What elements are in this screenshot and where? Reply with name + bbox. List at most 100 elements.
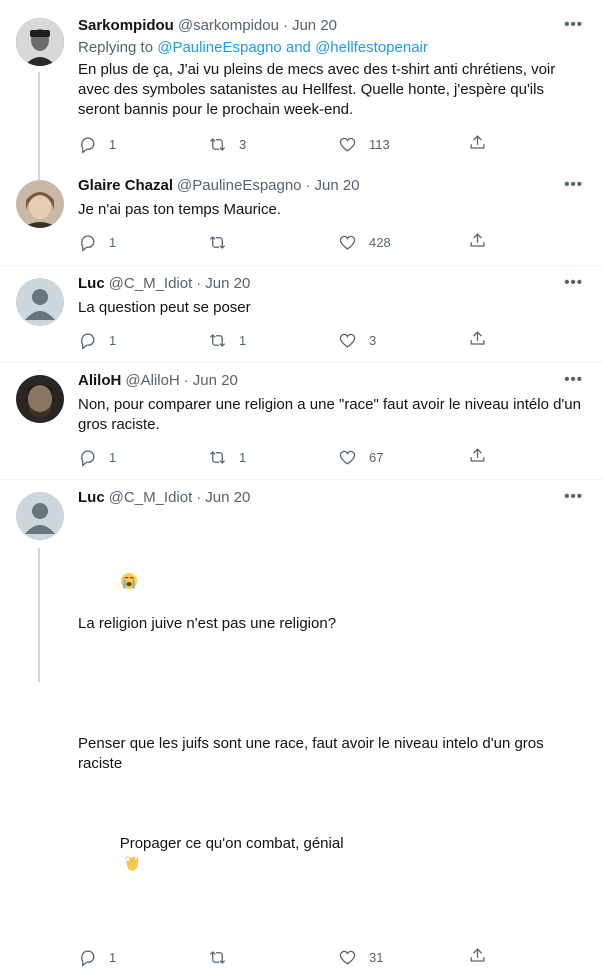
like-button[interactable]: 428 — [338, 233, 468, 252]
more-options-icon[interactable]: ••• — [564, 176, 583, 193]
share-button[interactable] — [468, 329, 487, 351]
like-button[interactable]: 3 — [338, 331, 468, 350]
user-handle[interactable]: @C_M_Idiot — [109, 274, 193, 294]
action-bar: 1 31 — [78, 947, 587, 967]
like-button[interactable]: 31 — [338, 948, 468, 967]
retweet-icon — [209, 137, 226, 151]
avatar-gutter — [16, 16, 66, 190]
retweet-button[interactable] — [208, 233, 338, 252]
reply-count: 1 — [109, 234, 117, 250]
retweet-icon — [209, 950, 226, 964]
retweet-count: 1 — [239, 449, 247, 465]
tweet-date[interactable]: Jun 20 — [205, 274, 250, 294]
action-bar: 1 428 — [78, 232, 587, 252]
more-options-icon[interactable]: ••• — [564, 274, 583, 291]
reply-icon — [81, 137, 95, 154]
tweet-date[interactable]: Jun 20 — [193, 371, 238, 391]
default-avatar[interactable] — [16, 278, 64, 326]
retweet-icon — [209, 235, 226, 249]
reply-feed: Sarkompidou @sarkompidou · Jun 20 ••• Re… — [0, 0, 603, 967]
more-options-icon[interactable]: ••• — [564, 371, 583, 388]
like-button[interactable]: 113 — [338, 135, 468, 154]
user-handle[interactable]: @PaulineEspagno — [177, 176, 301, 196]
reply-button[interactable]: 1 — [78, 448, 208, 467]
share-button[interactable] — [468, 231, 487, 253]
like-button[interactable]: 67 — [338, 448, 468, 467]
avatar[interactable] — [16, 180, 64, 228]
reply-button[interactable]: 1 — [78, 233, 208, 252]
default-avatar[interactable] — [16, 492, 64, 540]
reply-button[interactable]: 1 — [78, 331, 208, 350]
display-name[interactable]: Luc — [78, 488, 105, 508]
tweet[interactable]: Luc @C_M_Idiot · Jun 20 ••• La question … — [0, 265, 603, 362]
share-icon — [470, 331, 485, 345]
avatar-gutter — [16, 492, 66, 682]
share-icon — [470, 448, 485, 462]
avatar[interactable] — [16, 18, 64, 66]
reply-button[interactable]: 1 — [78, 135, 208, 154]
tweet-header: Sarkompidou @sarkompidou · Jun 20 — [78, 16, 587, 36]
display-name[interactable]: Sarkompidou — [78, 16, 174, 36]
mention-and[interactable]: and — [282, 39, 315, 56]
separator-dot: · — [196, 275, 202, 292]
display-name[interactable]: Luc — [78, 274, 105, 294]
tweet-date[interactable]: Jun 20 — [292, 16, 337, 36]
separator-dot: · — [183, 372, 189, 389]
clapping-hands-icon — [125, 855, 139, 871]
reply-icon — [81, 450, 95, 467]
retweet-button[interactable]: 1 — [208, 448, 338, 467]
share-icon — [470, 135, 485, 149]
tweet-body: AliloH @AliloH · Jun 20 ••• Non, pour co… — [66, 371, 587, 479]
like-count: 31 — [369, 949, 384, 965]
mention-link[interactable]: @hellfestopenair — [315, 39, 428, 56]
retweet-button[interactable]: 1 — [208, 331, 338, 350]
reply-button[interactable]: 1 — [78, 948, 208, 967]
separator-dot: · — [282, 17, 288, 34]
mention-link[interactable]: @PaulineEspagno — [157, 39, 281, 56]
more-options-icon[interactable]: ••• — [564, 16, 583, 33]
reply-count: 1 — [109, 332, 117, 348]
tweet-date[interactable]: Jun 20 — [205, 488, 250, 508]
tweet-text: La religion juive n'est pas une religion… — [78, 512, 587, 935]
action-bar: 1 3 113 — [78, 134, 587, 154]
user-handle[interactable]: @C_M_Idiot — [109, 488, 193, 508]
separator-dot: · — [305, 177, 311, 194]
share-button[interactable] — [468, 446, 487, 468]
user-handle[interactable]: @sarkompidou — [178, 16, 279, 36]
tweet-text-line: La religion juive n'est pas une religion… — [78, 615, 337, 632]
display-name[interactable]: AliloH — [78, 371, 121, 391]
more-options-icon[interactable]: ••• — [564, 488, 583, 505]
tweet-header: Glaire Chazal @PaulineEspagno · Jun 20 — [78, 176, 587, 196]
share-button[interactable] — [468, 946, 487, 968]
display-name[interactable]: Glaire Chazal — [78, 176, 173, 196]
action-bar: 1 1 3 — [78, 330, 587, 350]
reply-icon — [81, 235, 95, 252]
tweet[interactable]: Glaire Chazal @PaulineEspagno · Jun 20 •… — [0, 168, 603, 265]
tweet-header: AliloH @AliloH · Jun 20 — [78, 371, 587, 391]
like-count: 428 — [369, 234, 391, 250]
heart-icon — [339, 333, 356, 348]
share-button[interactable] — [468, 133, 487, 155]
user-handle[interactable]: @AliloH — [125, 371, 179, 391]
heart-icon — [339, 450, 356, 465]
tweet-header: Luc @C_M_Idiot · Jun 20 — [78, 274, 587, 294]
avatar[interactable] — [16, 375, 64, 423]
retweet-icon — [209, 450, 226, 464]
tweet-text-line-with-emoji: Propager ce qu'on combat, génial — [78, 814, 587, 895]
tweet-date[interactable]: Jun 20 — [315, 176, 360, 196]
tweet[interactable]: AliloH @AliloH · Jun 20 ••• Non, pour co… — [0, 362, 603, 479]
reply-count: 1 — [109, 449, 117, 465]
share-icon — [470, 233, 485, 247]
like-count: 67 — [369, 449, 384, 465]
avatar-gutter — [16, 375, 66, 479]
tweet-body: Glaire Chazal @PaulineEspagno · Jun 20 •… — [66, 176, 587, 265]
heart-icon — [339, 950, 356, 965]
share-icon — [470, 948, 485, 962]
thread-line — [38, 548, 40, 682]
tweet[interactable]: Luc @C_M_Idiot · Jun 20 ••• La religion … — [0, 479, 603, 967]
tweet[interactable]: Sarkompidou @sarkompidou · Jun 20 ••• Re… — [0, 0, 603, 190]
heart-icon — [339, 137, 356, 152]
retweet-button[interactable] — [208, 948, 338, 967]
retweet-button[interactable]: 3 — [208, 135, 338, 154]
heart-icon — [339, 235, 356, 250]
